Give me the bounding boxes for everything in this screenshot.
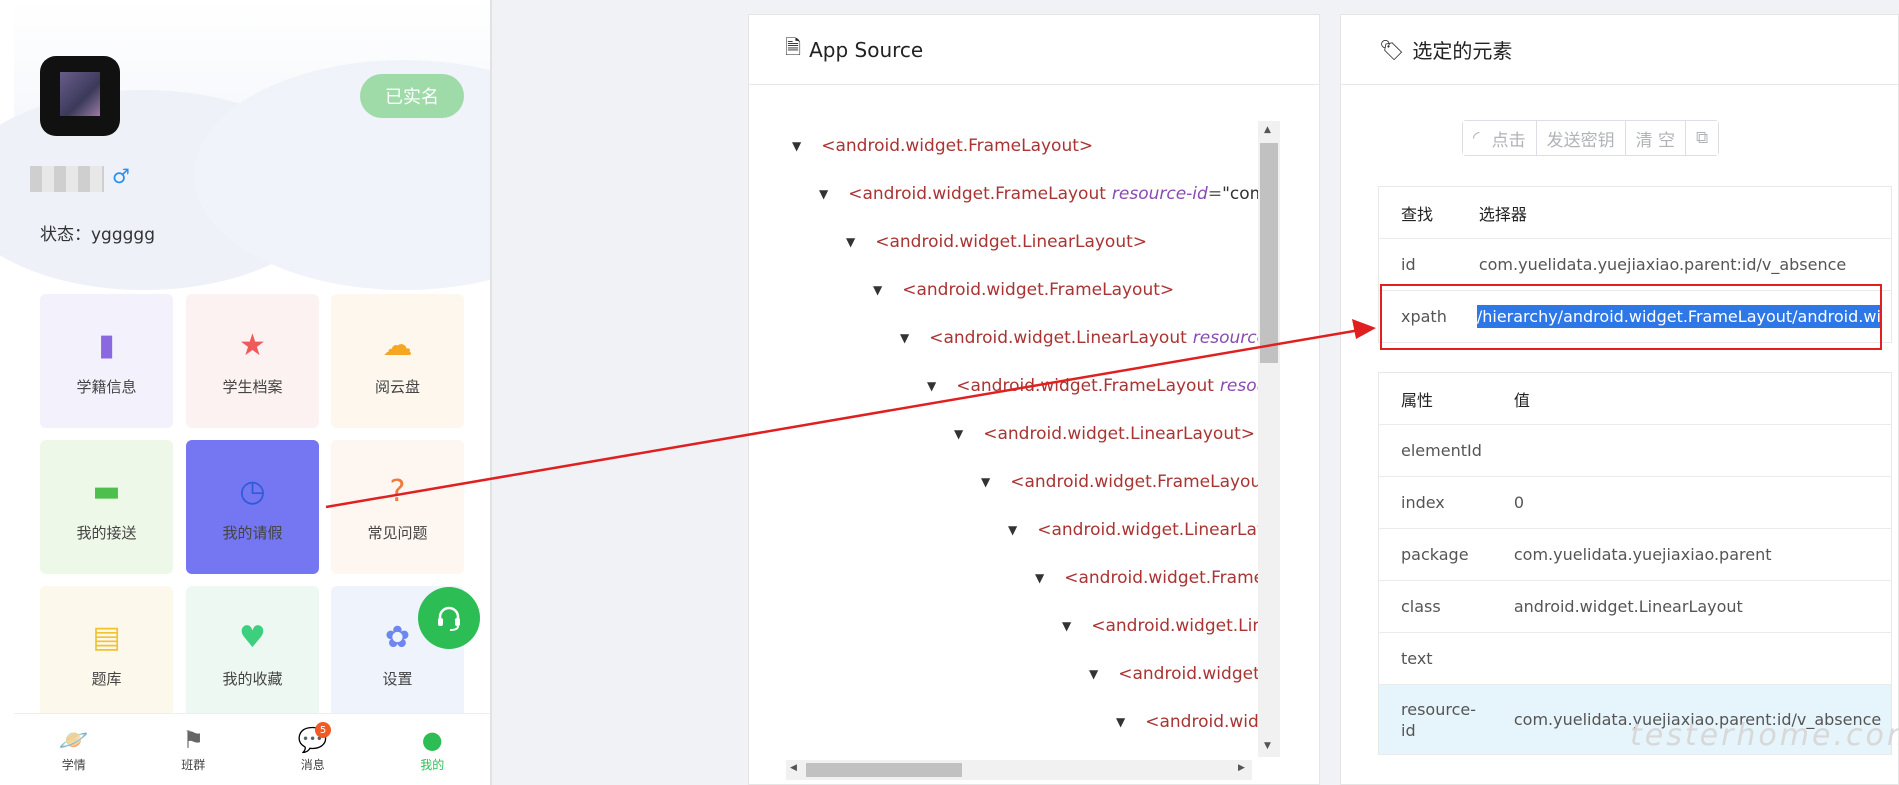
screen: 已实名 ♂ 状态：yggggg ▮ 学籍信息 ★ 学生档案 ☁ 阅云盘 ▬ 我的接送 ◷ 我的请假… — [0, 0, 1899, 785]
arrow-head-icon — [1352, 319, 1376, 339]
annotation-arrow — [325, 319, 1376, 509]
